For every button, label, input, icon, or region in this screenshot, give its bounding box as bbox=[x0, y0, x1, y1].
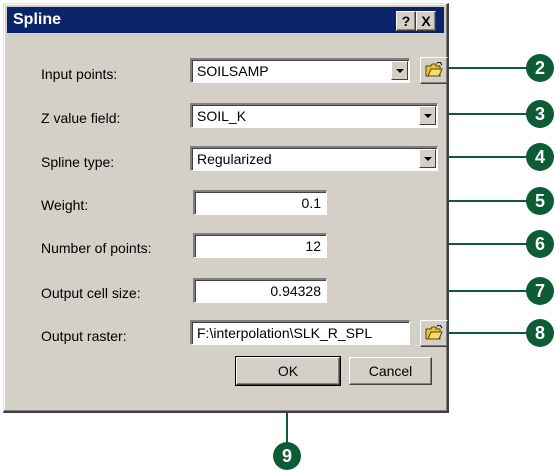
callout-marker: 6 bbox=[526, 230, 554, 258]
z-value-field-dropdown[interactable]: SOIL_K bbox=[190, 103, 438, 128]
chevron-down-icon[interactable] bbox=[419, 149, 436, 168]
title-bar: Spline ? X bbox=[7, 7, 444, 33]
spline-dialog: Spline ? X Input points: SOILSAMP Z valu… bbox=[3, 3, 449, 413]
chevron-down-icon[interactable] bbox=[419, 106, 436, 125]
callout-marker: 4 bbox=[526, 143, 554, 171]
open-folder-icon bbox=[425, 325, 443, 340]
output-raster-input[interactable]: F:\interpolation\SLK_R_SPL bbox=[190, 320, 410, 345]
callout-marker: 9 bbox=[273, 442, 301, 470]
output-raster-value: F:\interpolation\SLK_R_SPL bbox=[197, 325, 373, 341]
close-button[interactable]: X bbox=[416, 11, 436, 31]
open-folder-icon bbox=[425, 62, 443, 77]
input-points-label: Input points: bbox=[41, 66, 118, 82]
output-raster-browse-button[interactable] bbox=[420, 320, 448, 347]
output-cell-size-label: Output cell size: bbox=[41, 285, 141, 301]
help-button[interactable]: ? bbox=[396, 11, 416, 31]
weight-input[interactable]: 0.1 bbox=[193, 190, 327, 215]
spline-type-label: Spline type: bbox=[41, 154, 115, 170]
callout-marker: 5 bbox=[526, 187, 554, 215]
output-cell-size-input[interactable]: 0.94328 bbox=[193, 278, 327, 303]
z-value-field-value: SOIL_K bbox=[197, 108, 247, 124]
cancel-button[interactable]: Cancel bbox=[349, 357, 432, 385]
output-cell-size-value: 0.94328 bbox=[270, 283, 321, 299]
spline-type-value: Regularized bbox=[197, 151, 272, 167]
input-points-value: SOILSAMP bbox=[197, 63, 269, 79]
callout-marker: 2 bbox=[526, 54, 554, 82]
number-of-points-label: Number of points: bbox=[41, 240, 152, 256]
input-points-browse-button[interactable] bbox=[420, 57, 448, 84]
weight-value: 0.1 bbox=[301, 195, 321, 211]
spline-type-dropdown[interactable]: Regularized bbox=[190, 146, 438, 171]
number-of-points-value: 12 bbox=[305, 238, 321, 254]
callout-marker: 7 bbox=[526, 277, 554, 305]
weight-label: Weight: bbox=[41, 197, 89, 213]
output-raster-label: Output raster: bbox=[41, 328, 127, 344]
ok-button[interactable]: OK bbox=[235, 356, 341, 386]
number-of-points-input[interactable]: 12 bbox=[193, 233, 327, 258]
chevron-down-icon[interactable] bbox=[391, 61, 408, 80]
callout-marker: 8 bbox=[526, 319, 554, 347]
dialog-title: Spline bbox=[13, 11, 62, 28]
input-points-dropdown[interactable]: SOILSAMP bbox=[190, 58, 410, 83]
z-value-field-label: Z value field: bbox=[41, 110, 121, 126]
callout-marker: 3 bbox=[526, 100, 554, 128]
